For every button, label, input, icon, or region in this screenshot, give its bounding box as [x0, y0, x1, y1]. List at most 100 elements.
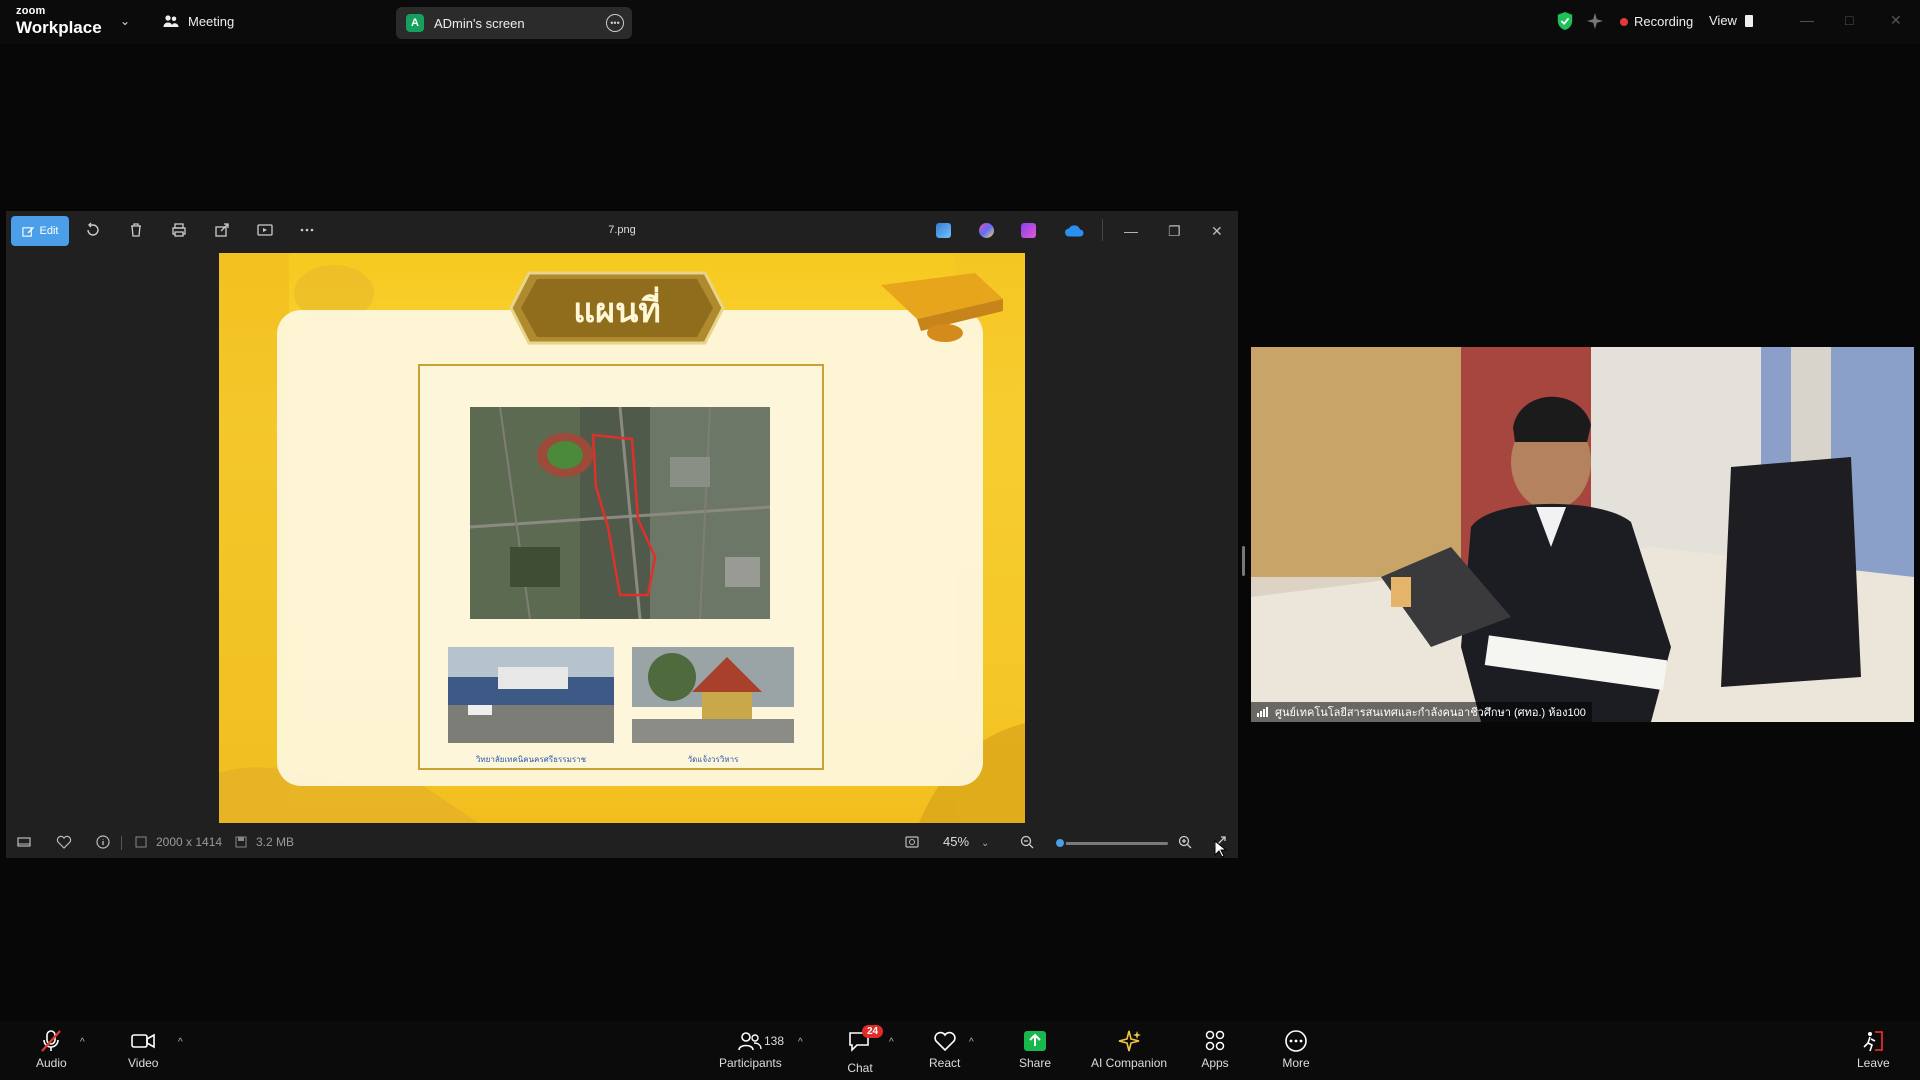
apps-label: Apps — [1201, 1056, 1229, 1070]
heart-icon — [933, 1031, 956, 1052]
participants-options-caret[interactable]: ^ — [798, 1037, 803, 1048]
more-button[interactable]: More — [1282, 1029, 1310, 1070]
favorite-heart-icon[interactable] — [56, 834, 72, 850]
zoom-value: 45% — [943, 834, 970, 849]
participant-video-tile[interactable]: ศูนย์เทคโนโลยีสารสนเทศและกำลังคนอาชีวศึก… — [1251, 347, 1914, 722]
resize-splitter-handle[interactable] — [1242, 546, 1245, 576]
react-button[interactable]: React — [929, 1029, 960, 1070]
caption-left: วิทยาลัยเทคนิคนครศรีธรรมราช — [475, 755, 587, 764]
chat-button[interactable]: 24 Chat — [846, 1025, 884, 1075]
brand-small: zoom — [16, 5, 46, 17]
view-layout-icon — [1744, 14, 1753, 27]
chat-icon-wrap: 24 — [846, 1025, 884, 1058]
shared-photo-viewer: Edit 7.png — ❐ ✕ แผนที่ วิทยาลัยเทคนิคนค… — [6, 211, 1238, 858]
zoom-slider-handle[interactable] — [1053, 837, 1066, 849]
react-options-caret[interactable]: ^ — [969, 1037, 974, 1048]
file-size: 3.2 MB — [256, 835, 295, 849]
audio-button[interactable]: Audio — [36, 1029, 67, 1070]
meeting-controls-bar: Audio ^ Video ^ Participants 138 ^ 24 Ch… — [0, 1021, 1920, 1080]
sharer-name: ADmin's screen — [434, 15, 525, 31]
video-button[interactable]: Video — [128, 1029, 158, 1070]
recording-dot-icon — [1620, 17, 1628, 26]
info-icon[interactable] — [95, 834, 111, 850]
maximize-window-icon[interactable]: □ — [1845, 12, 1853, 28]
temple-photo — [632, 647, 794, 743]
toolbar-divider — [1102, 219, 1103, 241]
signal-strength-icon — [1257, 707, 1268, 717]
leave-button[interactable]: Leave — [1857, 1029, 1890, 1070]
video-options-caret[interactable]: ^ — [178, 1037, 183, 1048]
more-options-icon[interactable]: ••• — [606, 14, 624, 32]
people-icon — [163, 15, 179, 27]
slide-title: แผนที่ — [573, 291, 661, 331]
ai-sparkle-icon — [1118, 1030, 1142, 1052]
sharer-avatar: A — [406, 14, 424, 32]
photo-editor-app-icon[interactable] — [936, 223, 951, 238]
leave-door-icon — [1863, 1031, 1884, 1052]
college-photo — [448, 647, 614, 743]
viewer-close-icon[interactable]: ✕ — [1211, 223, 1223, 240]
zoom-in-icon[interactable] — [1177, 834, 1193, 850]
participants-label: Participants — [719, 1056, 782, 1070]
viewer-status-bar: 2000 x 1414 3.2 MB 45% ⌄ — [6, 826, 1238, 858]
participant-video — [1251, 347, 1914, 722]
caption-right: วัดแจ้งวรวิหาร — [687, 755, 739, 764]
recording-label: Recording — [1634, 14, 1694, 29]
video-camera-icon — [131, 1033, 156, 1049]
share-label: Share — [1019, 1056, 1052, 1070]
dimensions-icon — [135, 836, 147, 848]
shield-check-icon[interactable] — [1556, 11, 1574, 31]
file-size-icon — [235, 836, 247, 848]
screenshot-icon[interactable] — [904, 834, 920, 850]
apps-grid-icon — [1205, 1030, 1225, 1051]
image-dimensions: 2000 x 1414 — [156, 835, 223, 849]
meeting-label: Meeting — [188, 13, 235, 29]
screen-share-indicator[interactable]: A ADmin's screen ••• — [396, 7, 632, 39]
satellite-map-image — [470, 407, 770, 619]
share-screen-icon — [1024, 1031, 1047, 1051]
chevron-down-icon[interactable]: ⌄ — [120, 14, 130, 28]
view-label: View — [1709, 13, 1737, 28]
status-divider — [121, 836, 122, 850]
file-name: 7.png — [608, 224, 636, 236]
leave-label: Leave — [1857, 1056, 1890, 1070]
chat-options-caret[interactable]: ^ — [889, 1037, 894, 1048]
onedrive-icon[interactable] — [1064, 223, 1084, 238]
zoom-out-icon[interactable] — [1019, 834, 1035, 850]
meeting-button[interactable]: Meeting — [162, 12, 234, 30]
view-button[interactable]: View — [1709, 13, 1753, 28]
participants-count: 138 — [764, 1034, 785, 1048]
folded-robe-image — [881, 273, 1003, 342]
viewer-restore-icon[interactable]: ❐ — [1168, 223, 1181, 240]
zoom-workplace-logo: zoom Workplace — [16, 5, 102, 37]
microphone-muted-icon — [41, 1030, 62, 1052]
close-window-icon[interactable]: ✕ — [1890, 12, 1902, 29]
ai-sparkle-icon[interactable] — [1586, 12, 1604, 30]
minimize-window-icon[interactable]: — — [1800, 12, 1814, 28]
ai-companion-button[interactable]: AI Companion — [1091, 1029, 1167, 1070]
ai-companion-label: AI Companion — [1091, 1056, 1168, 1070]
map-frame: วิทยาลัยเทคนิคนครศรีธรรมราช วัดแจ้งวรวิห… — [418, 364, 824, 770]
recording-indicator[interactable]: Recording — [1620, 14, 1693, 29]
share-button[interactable]: Share — [1019, 1029, 1051, 1070]
participants-icon — [738, 1032, 763, 1051]
audio-options-caret[interactable]: ^ — [80, 1037, 85, 1048]
chat-unread-badge: 24 — [862, 1025, 884, 1038]
more-label: More — [1282, 1056, 1310, 1070]
participant-name-label: ศูนย์เทคโนโลยีสารสนเทศและกำลังคนอาชีวศึก… — [1251, 702, 1592, 722]
top-bar: zoom Workplace ⌄ Meeting A ADmin's scree… — [0, 0, 1920, 44]
chat-label: Chat — [847, 1061, 873, 1075]
viewer-minimize-icon[interactable]: — — [1124, 223, 1138, 239]
apps-button[interactable]: Apps — [1201, 1029, 1229, 1070]
displayed-image: แผนที่ วิทยาลัยเทคนิคนครศรีธรรมราช วัดแจ… — [219, 253, 1025, 823]
video-label: Video — [128, 1056, 159, 1070]
audio-label: Audio — [36, 1056, 67, 1070]
participant-name: ศูนย์เทคโนโลยีสารสนเทศและกำลังคนอาชีวศึก… — [1275, 707, 1586, 719]
filmstrip-icon[interactable] — [16, 834, 32, 850]
zoom-slider[interactable] — [1053, 837, 1168, 849]
copilot-app-icon[interactable] — [979, 223, 994, 238]
mouse-cursor-icon — [1214, 840, 1228, 858]
zoom-chevron-down-icon: ⌄ — [981, 838, 990, 849]
clipchamp-app-icon[interactable] — [1021, 223, 1036, 238]
zoom-level-dropdown[interactable]: 45% ⌄ — [943, 834, 989, 849]
